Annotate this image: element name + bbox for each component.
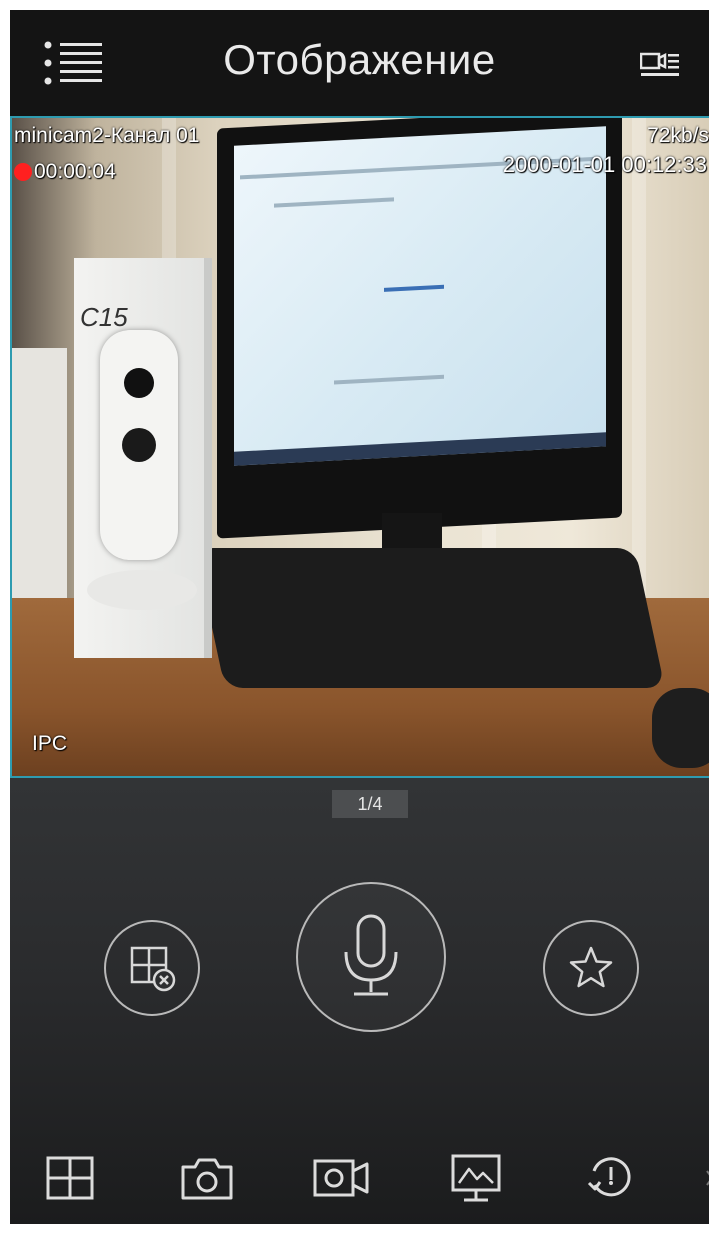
page-indicator: 1/4 <box>332 790 408 818</box>
more-tabs-indicator <box>705 1152 709 1204</box>
osd-record-timer: 00:00:04 <box>14 160 116 184</box>
monitor-button[interactable] <box>446 1152 506 1204</box>
video-record-icon <box>313 1159 369 1197</box>
osd-device-type: IPC <box>32 732 68 755</box>
talk-button[interactable] <box>296 882 446 1032</box>
chevron-right-icon <box>706 1170 709 1186</box>
header-bar: Отображение <box>10 10 709 116</box>
star-icon <box>569 946 613 988</box>
favorite-button[interactable] <box>543 920 639 1016</box>
page-title: Отображение <box>223 36 496 83</box>
record-dot-icon <box>14 163 32 181</box>
live-video-window[interactable]: C15 minicam2-Канал 01 00:00:04 72kb/s 20… <box>10 116 709 778</box>
microphone-icon <box>344 914 398 996</box>
app-screen: Отображение C15 minicam2-Канал 01 00:00:… <box>10 10 709 1224</box>
camera-list-icon <box>639 52 679 76</box>
monitor-icon <box>451 1154 501 1202</box>
close-window-button[interactable] <box>104 920 200 1016</box>
record-button[interactable] <box>312 1152 372 1204</box>
channel-list-button[interactable] <box>639 50 680 78</box>
osd-bitrate: 72kb/s <box>647 124 709 147</box>
osd-camera-name: minicam2-Канал 01 <box>14 124 200 147</box>
video-scene-camera <box>100 330 178 560</box>
close-window-icon <box>130 946 176 992</box>
camera-snapshot-icon <box>181 1158 233 1200</box>
snapshot-button[interactable] <box>177 1152 237 1204</box>
split-screen-button[interactable] <box>40 1152 100 1204</box>
playback-button[interactable] <box>580 1152 640 1204</box>
bottom-toolbar <box>10 1130 709 1224</box>
osd-datetime: 2000-01-01 00:12:33 <box>502 152 707 177</box>
box-label: C15 <box>80 302 128 332</box>
video-scene-keyboard <box>195 548 665 688</box>
playback-icon <box>587 1157 631 1197</box>
split-screen-icon <box>46 1156 94 1200</box>
record-time: 00:00:04 <box>34 160 116 183</box>
